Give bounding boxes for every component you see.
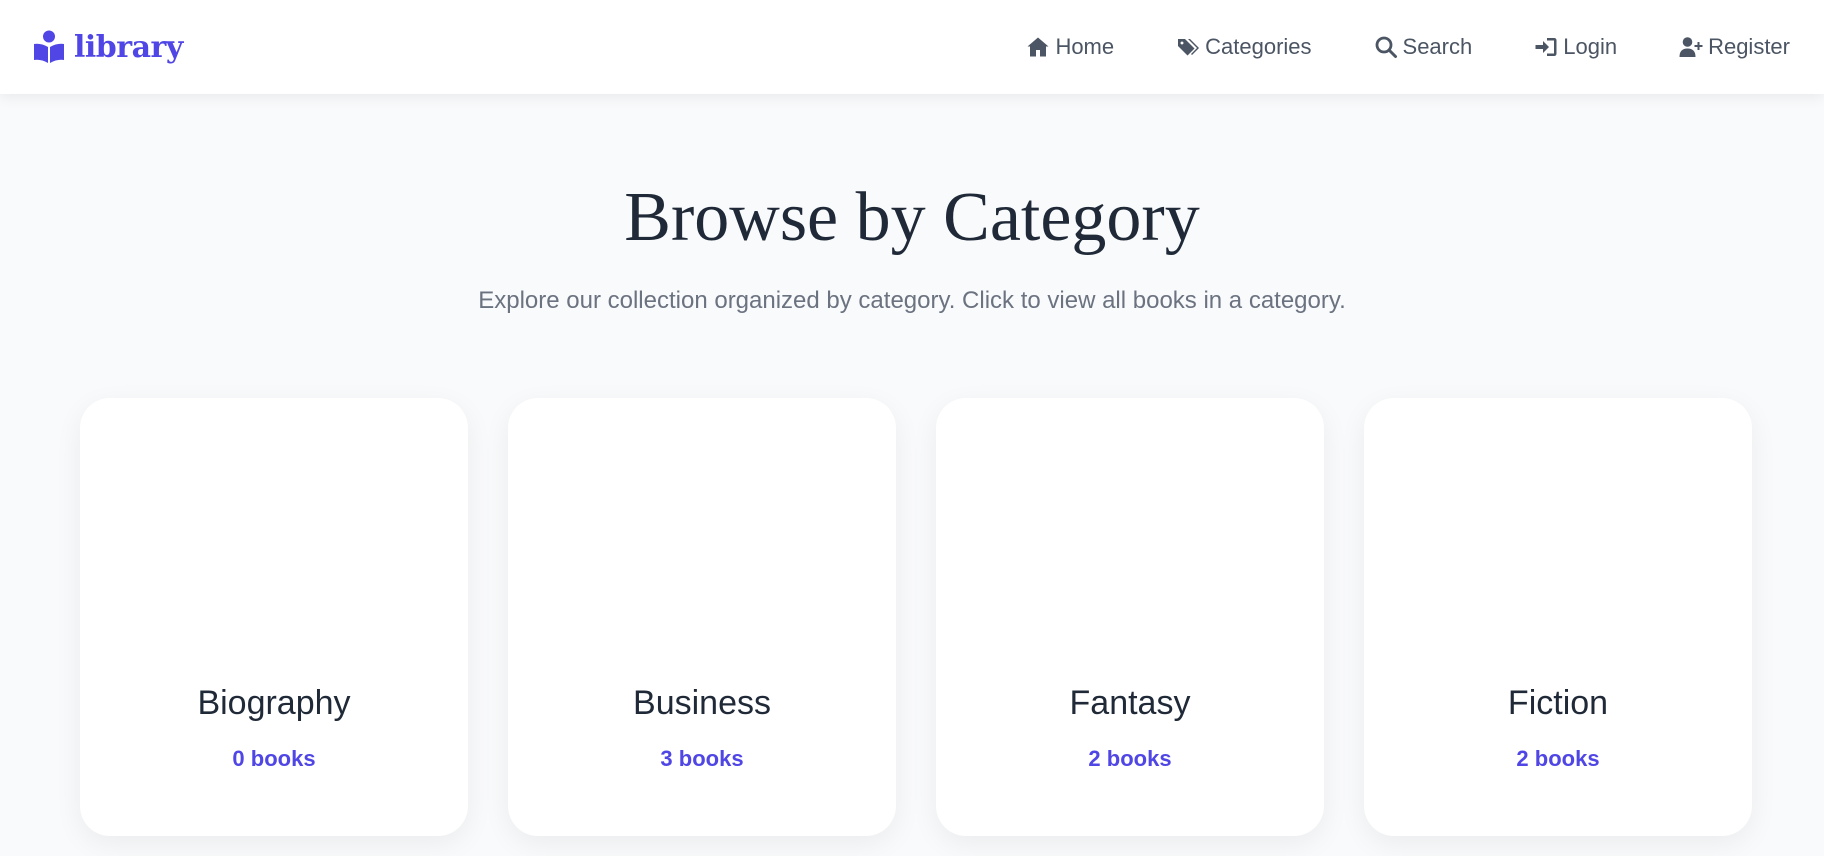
nav-search-label: Search <box>1402 34 1473 59</box>
category-book-count: 2 books <box>1516 746 1600 771</box>
page-title: Browse by Category <box>624 179 1200 256</box>
home-icon <box>1027 37 1049 57</box>
nav-links: Home Categories Search Login Register <box>1026 34 1790 60</box>
nav-register-link[interactable]: Register <box>1679 34 1790 60</box>
brand-name: library <box>74 29 183 65</box>
reader-book-icon <box>34 30 64 63</box>
nav-home-label: Home <box>1055 34 1115 59</box>
category-name: Biography <box>197 684 351 722</box>
category-card-biography[interactable]: Biography 0 books <box>80 398 468 836</box>
search-icon <box>1375 36 1397 58</box>
category-book-count: 0 books <box>232 746 316 771</box>
page-subtitle: Explore our collection organized by cate… <box>478 287 1346 314</box>
navbar: library Home Categories Search Login Reg… <box>0 0 1824 94</box>
category-card-fantasy[interactable]: Fantasy 2 books <box>936 398 1324 836</box>
category-name: Fiction <box>1507 684 1609 722</box>
category-name: Business <box>633 684 771 722</box>
nav-categories-link[interactable]: Categories <box>1176 34 1312 60</box>
user-plus-icon <box>1679 37 1703 57</box>
category-book-count: 3 books <box>660 746 744 771</box>
brand-logo-link[interactable]: library <box>33 30 183 65</box>
category-name: Fantasy <box>1069 684 1191 722</box>
category-card-fiction[interactable]: Fiction 2 books <box>1364 398 1752 836</box>
category-grid: Biography 0 books Business 3 books Fanta… <box>80 398 1752 836</box>
nav-login-label: Login <box>1563 34 1618 59</box>
hero-section: Browse by Category Explore our collectio… <box>0 178 1824 316</box>
nav-register-label: Register <box>1708 34 1790 59</box>
category-card-business[interactable]: Business 3 books <box>508 398 896 836</box>
category-book-count: 2 books <box>1088 746 1172 771</box>
tags-icon <box>1178 39 1200 56</box>
nav-search-link[interactable]: Search <box>1374 34 1473 60</box>
nav-home-link[interactable]: Home <box>1026 34 1114 60</box>
sign-in-icon <box>1535 38 1557 56</box>
nav-login-link[interactable]: Login <box>1534 34 1617 60</box>
nav-categories-label: Categories <box>1205 34 1312 59</box>
